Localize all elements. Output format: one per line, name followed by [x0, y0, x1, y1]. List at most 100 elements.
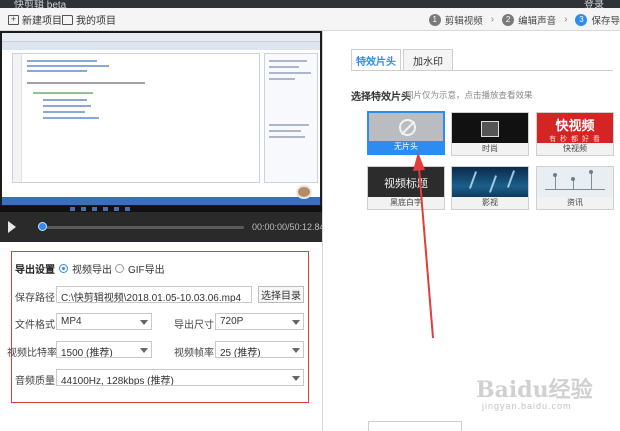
tab-intro-effects[interactable]: 特效片头 [351, 49, 401, 71]
chevron-down-icon [140, 320, 148, 325]
app-icon [114, 207, 119, 211]
video-preview[interactable] [0, 31, 322, 212]
chevron-down-icon [140, 348, 148, 353]
thumb-caption: 影视 [452, 197, 528, 209]
audio-quality-value: 44100Hz, 128kbps (推荐) [61, 376, 174, 386]
preview-code-editor [12, 53, 260, 183]
intro-thumb-film[interactable]: 影视 [451, 166, 529, 210]
video-bitrate-value: 1500 (推荐) [61, 348, 113, 358]
export-settings-area: 导出设置 视频导出 GIF导出 保存路径 C:\快剪辑视频\2018.01.05… [0, 242, 322, 431]
envelope-icon [481, 121, 499, 137]
file-format-select[interactable]: MP4 [56, 313, 152, 330]
gif-export-radio[interactable]: GIF导出 [115, 261, 165, 276]
export-mode-row: 导出设置 视频导出 GIF导出 [12, 258, 308, 276]
thumb-graphic-node [571, 177, 575, 181]
choose-directory-button[interactable]: 选择目录 [258, 286, 304, 303]
preview-code-line [27, 70, 87, 72]
format-size-row: 文件格式 MP4 导出尺寸 720P [12, 313, 308, 331]
preview-code-line [27, 82, 145, 84]
lightning-icon [506, 170, 516, 188]
preview-side-line [269, 78, 295, 80]
video-export-radio[interactable]: 视频导出 [59, 261, 112, 276]
preview-toolbar [2, 42, 320, 50]
new-project-label: 新建项目 [22, 16, 62, 27]
step-edit-video[interactable]: 1 剪辑视频 [428, 13, 483, 27]
preview-side-line [269, 124, 309, 126]
radio-unchecked-icon [115, 264, 124, 273]
title-bar: 快剪辑 beta 登录 [0, 0, 620, 11]
intro-thumb-news[interactable]: 资讯 [536, 166, 614, 210]
preview-side-line [269, 60, 307, 62]
save-path-label: 保存路径 [15, 293, 55, 304]
play-icon[interactable] [8, 221, 16, 233]
preview-side-line [269, 66, 299, 68]
app-icon [70, 207, 75, 211]
intro-thumb-none[interactable]: 无片头 [367, 111, 445, 155]
video-bitrate-select[interactable]: 1500 (推荐) [56, 341, 152, 358]
app-icon [92, 207, 97, 211]
thumb-image [452, 113, 528, 145]
bottom-field[interactable] [368, 421, 462, 431]
save-path-input[interactable]: C:\快剪辑视频\2018.01.05-10.03.06.mp4 [56, 286, 252, 303]
intro-section-title: 选择特效片头 [351, 92, 411, 103]
step-number: 1 [428, 13, 441, 26]
step-label: 编辑声音 [518, 15, 557, 27]
my-projects-button[interactable]: 我的项目 [62, 11, 116, 28]
chevron-down-icon [292, 320, 300, 325]
tabs-divider [351, 70, 613, 71]
new-project-button[interactable]: + 新建项目 [8, 11, 62, 28]
export-size-label: 导出尺寸 [174, 320, 214, 331]
app-icon [125, 207, 130, 211]
preview-gutter [13, 54, 22, 182]
video-fps-value: 25 (推荐) [220, 348, 261, 358]
preview-code-line [33, 92, 93, 94]
thumb-image [452, 167, 528, 199]
preview-code-line [43, 111, 85, 113]
step-number: 3 [575, 13, 588, 26]
player-controls: 00:00:00/50:12.84 [0, 212, 325, 242]
step-save-export[interactable]: 3 保存导 [575, 13, 620, 27]
lightning-icon [488, 175, 498, 193]
intro-thumb-fast-video[interactable]: 快视频 有 秒 都 好 看 快视频 [536, 112, 614, 156]
thumb-caption: 快视频 [537, 143, 613, 155]
preview-status-bar [2, 197, 320, 205]
watermark-url-text: jingyan.baidu.com [482, 401, 572, 411]
folder-icon [62, 14, 73, 25]
preview-side-line [269, 72, 311, 74]
video-fps-label: 视频帧率 [174, 348, 214, 359]
preview-side-line [269, 130, 301, 132]
preview-code-line [43, 99, 87, 101]
chevron-down-icon [292, 348, 300, 353]
intro-thumb-black-white[interactable]: 视频标题 黑底白字 [367, 166, 445, 210]
watermark-main-text: Baidu经验 [476, 377, 593, 403]
intro-thumb-fashion[interactable]: 时尚 [451, 112, 529, 156]
thumb-image-title: 快视频 [555, 117, 595, 133]
progress-handle[interactable] [38, 222, 47, 231]
preview-menubar [2, 33, 320, 42]
preview-code-line [43, 117, 99, 119]
preview-frame [2, 33, 320, 205]
avatar [296, 185, 312, 199]
app-icon [81, 207, 86, 211]
audio-quality-select[interactable]: 44100Hz, 128kbps (推荐) [56, 369, 304, 386]
export-settings-box: 导出设置 视频导出 GIF导出 保存路径 C:\快剪辑视频\2018.01.05… [7, 251, 309, 403]
step-label: 保存导 [591, 15, 620, 27]
export-size-select[interactable]: 720P [215, 313, 304, 330]
radio-checked-icon [59, 264, 68, 273]
tab-watermark[interactable]: 加水印 [403, 49, 453, 71]
progress-track[interactable] [40, 226, 244, 229]
preview-side-line [269, 136, 305, 138]
video-fps-select[interactable]: 25 (推荐) [215, 341, 304, 358]
ban-icon [399, 119, 416, 136]
step-edit-audio[interactable]: 2 编辑声音 [502, 13, 556, 27]
thumb-image [537, 167, 613, 199]
thumb-graphic-line [555, 175, 556, 189]
app-icon [103, 207, 108, 211]
export-settings-label: 导出设置 [15, 265, 55, 276]
export-size-value: 720P [220, 316, 244, 327]
preview-code-line [43, 105, 91, 107]
chevron-down-icon [292, 376, 300, 381]
preview-side-panel [264, 53, 318, 183]
step-number: 2 [502, 13, 515, 26]
main-toolbar: + 新建项目 我的项目 1 剪辑视频 › 2 编辑声音 › 3 保存导 [0, 8, 620, 31]
